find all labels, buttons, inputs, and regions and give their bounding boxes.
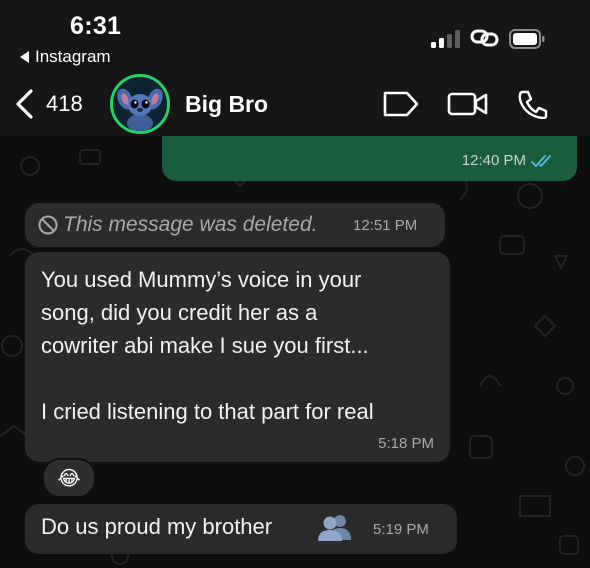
message-text: You used Mummy’s voice in your song, did…: [41, 263, 374, 428]
phone-icon[interactable]: [515, 89, 551, 119]
back-to-app-link[interactable]: Instagram: [20, 47, 111, 67]
message-list[interactable]: 12:40 PM This message was deleted. 12:51…: [0, 136, 590, 568]
message-line: I cried listening to that part for real: [41, 399, 374, 424]
back-app-label: Instagram: [35, 47, 111, 66]
stitch-avatar-icon: [113, 77, 167, 131]
message-time: 12:51 PM: [353, 217, 418, 234]
message-text: Do us proud my brother: [41, 514, 273, 539]
tag-icon[interactable]: [381, 89, 421, 119]
personal-hotspot-icon: [470, 29, 499, 47]
status-time: 6:31: [70, 12, 122, 40]
message-bubble-incoming[interactable]: Do us proud my brother 5:19 PM: [25, 504, 457, 554]
cellular-signal-icon: [431, 28, 463, 48]
message-bubble-outgoing[interactable]: 12:40 PM: [162, 136, 577, 181]
laughing-emoji-reaction: 😂: [57, 467, 81, 490]
message-time: 5:18 PM: [378, 435, 434, 452]
message-bubble-incoming[interactable]: You used Mummy’s voice in your song, did…: [25, 252, 450, 462]
contact-avatar[interactable]: [110, 74, 170, 134]
double-check-read-icon: [531, 154, 551, 167]
message-line: [41, 362, 374, 395]
message-time: 12:40 PM: [461, 152, 526, 169]
busts-in-silhouette-icon: [318, 515, 351, 541]
message-meta: 12:40 PM: [462, 152, 555, 169]
battery-icon: [509, 29, 545, 49]
back-chevron-icon[interactable]: [13, 88, 37, 120]
unread-count[interactable]: 418: [46, 91, 83, 117]
message-line: You used Mummy’s voice in your: [41, 267, 362, 292]
prohibited-icon: [38, 215, 58, 235]
message-bubble-deleted[interactable]: This message was deleted. 12:51 PM: [25, 203, 445, 247]
deleted-message-text: This message was deleted.: [63, 213, 318, 236]
video-call-icon[interactable]: [447, 89, 489, 119]
contact-name[interactable]: Big Bro: [185, 91, 268, 118]
message-line: cowriter abi make I sue you first...: [41, 333, 369, 358]
message-line: song, did you credit her as a: [41, 300, 318, 325]
chat-header: 6:31 Instagram 418 Big Bro: [0, 0, 590, 136]
whatsapp-chat-screen: 6:31 Instagram 418 Big Bro 12:40 PM This…: [0, 0, 590, 568]
reaction-badge[interactable]: 😂: [42, 458, 96, 498]
message-time: 5:19 PM: [373, 521, 429, 538]
back-triangle-icon: [20, 51, 29, 63]
